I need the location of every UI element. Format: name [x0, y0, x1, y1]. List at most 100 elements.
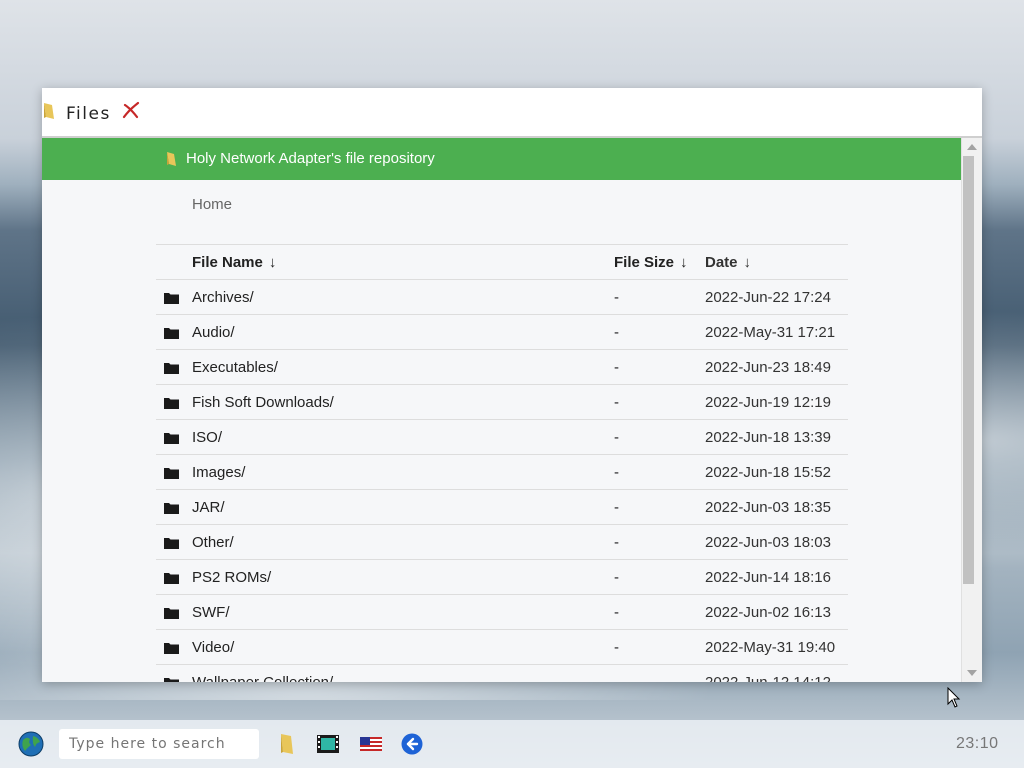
folder-icon: [164, 642, 179, 654]
window-content: Holy Network Adapter's file repository H…: [42, 138, 961, 682]
table-row[interactable]: ISO/-2022-Jun-18 13:39: [156, 419, 848, 455]
breadcrumb-home[interactable]: Home: [192, 196, 232, 213]
file-size: -: [614, 489, 705, 525]
folder-cell: [156, 349, 192, 385]
table-row[interactable]: Audio/-2022-May-31 17:21: [156, 314, 848, 350]
file-date: 2022-May-31 17:21: [705, 314, 848, 350]
table-row[interactable]: Video/-2022-May-31 19:40: [156, 629, 848, 665]
window-title: Files: [66, 104, 111, 124]
file-size: -: [614, 664, 705, 682]
folder-cell: [156, 559, 192, 595]
film-icon[interactable]: [316, 733, 340, 755]
sort-arrow-icon: ↓: [743, 253, 752, 271]
file-size: -: [614, 384, 705, 420]
scroll-down-arrow-icon[interactable]: [967, 670, 977, 676]
folder-icon: [164, 537, 179, 549]
file-size: -: [614, 594, 705, 630]
file-name[interactable]: Wallpaper Collection/: [192, 664, 614, 682]
file-date: 2022-Jun-19 12:19: [705, 384, 848, 420]
header-icon-column: [156, 244, 192, 280]
folder-cell: [156, 629, 192, 665]
folder-icon: [164, 572, 179, 584]
header-name-label: File Name: [192, 253, 263, 271]
table-row[interactable]: JAR/-2022-Jun-03 18:35: [156, 489, 848, 525]
folder-cell: [156, 314, 192, 350]
file-size: -: [614, 629, 705, 665]
folder-icon: [164, 397, 179, 409]
file-date: 2022-Jun-03 18:03: [705, 524, 848, 560]
folder-icon: [167, 152, 176, 166]
folder-icon[interactable]: [275, 733, 299, 755]
file-date: 2022-Jun-03 18:35: [705, 489, 848, 525]
file-name[interactable]: SWF/: [192, 594, 614, 630]
sort-arrow-icon: ↓: [680, 253, 688, 271]
file-name[interactable]: Other/: [192, 524, 614, 560]
table-row[interactable]: Executables/-2022-Jun-23 18:49: [156, 349, 848, 385]
file-name[interactable]: Fish Soft Downloads/: [192, 384, 614, 420]
mouse-cursor-icon: [947, 687, 961, 708]
file-date: 2022-Jun-02 16:13: [705, 594, 848, 630]
sort-arrow-icon: ↓: [268, 253, 277, 271]
folder-cell: [156, 489, 192, 525]
folder-icon: [164, 362, 179, 374]
file-date: 2022-May-31 19:40: [705, 629, 848, 665]
taskbar-search-input[interactable]: [59, 729, 259, 759]
file-date: 2022-Jun-14 18:16: [705, 559, 848, 595]
window-titlebar[interactable]: Files: [42, 88, 982, 138]
file-size: -: [614, 314, 705, 350]
table-row[interactable]: Archives/-2022-Jun-22 17:24: [156, 279, 848, 315]
header-date-label: Date: [705, 253, 738, 271]
file-name[interactable]: Images/: [192, 454, 614, 490]
folder-icon: [44, 103, 54, 119]
close-icon[interactable]: [122, 101, 140, 119]
file-size: -: [614, 524, 705, 560]
repository-banner: Holy Network Adapter's file repository: [42, 138, 961, 180]
file-date: 2022-Jun-18 13:39: [705, 419, 848, 455]
sort-by-date[interactable]: Date ↓: [705, 244, 848, 280]
us-flag-icon[interactable]: [359, 733, 383, 755]
table-row[interactable]: PS2 ROMs/-2022-Jun-14 18:16: [156, 559, 848, 595]
file-name[interactable]: PS2 ROMs/: [192, 559, 614, 595]
file-name[interactable]: Archives/: [192, 279, 614, 315]
file-name[interactable]: Audio/: [192, 314, 614, 350]
scroll-up-arrow-icon[interactable]: [967, 144, 977, 150]
folder-icon: [164, 292, 179, 304]
folder-cell: [156, 279, 192, 315]
table-row[interactable]: Wallpaper Collection/-2022-Jun-12 14:12: [156, 664, 848, 682]
sort-by-size[interactable]: File Size ↓: [614, 244, 705, 280]
folder-icon: [164, 327, 179, 339]
folder-cell: [156, 454, 192, 490]
folder-cell: [156, 594, 192, 630]
table-row[interactable]: Other/-2022-Jun-03 18:03: [156, 524, 848, 560]
table-row[interactable]: Images/-2022-Jun-18 15:52: [156, 454, 848, 490]
table-row[interactable]: Fish Soft Downloads/-2022-Jun-19 12:19: [156, 384, 848, 420]
files-window: Files Holy Network Adapter's file reposi…: [42, 88, 982, 682]
vertical-scrollbar[interactable]: [961, 138, 982, 682]
table-row[interactable]: SWF/-2022-Jun-02 16:13: [156, 594, 848, 630]
file-size: -: [614, 559, 705, 595]
folder-icon: [164, 502, 179, 514]
file-name[interactable]: Executables/: [192, 349, 614, 385]
file-name[interactable]: Video/: [192, 629, 614, 665]
folder-icon: [164, 607, 179, 619]
file-name[interactable]: ISO/: [192, 419, 614, 455]
folder-cell: [156, 664, 192, 682]
file-date: 2022-Jun-22 17:24: [705, 279, 848, 315]
back-arrow-icon[interactable]: [400, 733, 424, 755]
file-size: -: [614, 279, 705, 315]
file-date: 2022-Jun-18 15:52: [705, 454, 848, 490]
scroll-thumb[interactable]: [963, 156, 974, 584]
folder-icon: [164, 677, 179, 682]
globe-icon[interactable]: [18, 731, 44, 757]
file-size: -: [614, 349, 705, 385]
sort-by-name[interactable]: File Name ↓: [192, 244, 614, 280]
file-table: File Name ↓ File Size ↓ Date ↓ Archives/-20…: [156, 244, 848, 682]
file-name[interactable]: JAR/: [192, 489, 614, 525]
file-table-body: Archives/-2022-Jun-22 17:24 Audio/-2022-M…: [156, 279, 848, 682]
table-header-row: File Name ↓ File Size ↓ Date ↓: [156, 244, 848, 280]
folder-cell: [156, 384, 192, 420]
repository-title: Holy Network Adapter's file repository: [186, 150, 435, 167]
folder-cell: [156, 524, 192, 560]
folder-icon: [164, 432, 179, 444]
taskbar-clock: 23:10: [956, 735, 999, 752]
